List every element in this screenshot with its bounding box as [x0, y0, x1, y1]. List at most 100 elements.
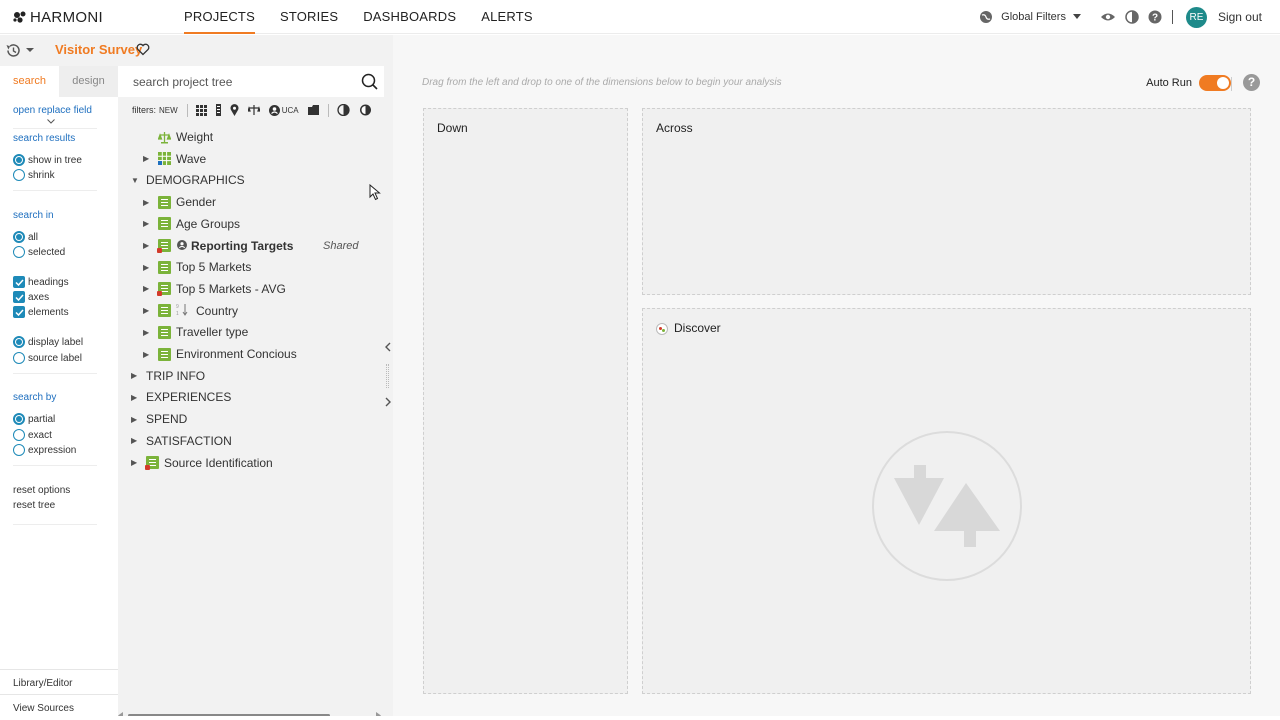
caret-right-icon[interactable]: ▶ — [143, 154, 153, 163]
tree-item-label: Weight — [176, 130, 214, 144]
expand-right-icon[interactable] — [384, 397, 392, 410]
auto-run-toggle[interactable] — [1199, 75, 1231, 91]
tree-item[interactable]: Weight — [143, 127, 213, 147]
caret-right-icon[interactable]: ▶ — [143, 198, 153, 207]
caret-right-icon[interactable]: ▶ — [143, 328, 153, 337]
caret-right-icon[interactable]: ▶ — [131, 415, 141, 424]
filter-toggle-a-button[interactable] — [336, 103, 350, 117]
tree-item-label: Reporting Targets — [191, 238, 294, 253]
exact-radio[interactable]: exact — [13, 428, 52, 442]
open-replace-field-link[interactable]: open replace field — [13, 105, 92, 116]
filter-uca-button[interactable]: UCA — [268, 103, 299, 117]
sign-out-link[interactable]: Sign out — [1218, 10, 1262, 24]
tree-search-input[interactable] — [133, 66, 358, 97]
checkbox-label: elements — [28, 306, 69, 318]
auto-run-control[interactable]: Auto Run — [1146, 75, 1231, 91]
tree-item[interactable]: ▶ Reporting Targets Shared — [143, 236, 358, 256]
history-dropdown-button[interactable] — [5, 40, 45, 60]
tree-item[interactable]: ▶ Source Identification — [131, 453, 273, 473]
tree-item[interactable]: ▶ Top 5 Markets — [143, 257, 251, 277]
reset-tree-link[interactable]: reset tree — [13, 500, 55, 511]
tree-item[interactable]: ▶ EXPERIENCES — [131, 387, 231, 407]
tree-item-label: Source Identification — [164, 455, 273, 470]
tree-item[interactable]: ▶ Traveller type — [143, 322, 248, 342]
caret-right-icon[interactable]: ▶ — [143, 263, 153, 272]
caret-right-icon[interactable]: ▶ — [131, 371, 141, 380]
chevron-down-icon[interactable] — [47, 119, 55, 124]
tree-search-box — [118, 66, 384, 97]
down-dropzone[interactable]: Down — [423, 108, 628, 694]
tree-item[interactable]: ▼ DEMOGRAPHICS — [131, 170, 245, 190]
search-icon[interactable] — [361, 73, 378, 90]
help-button[interactable]: ? — [1148, 10, 1162, 24]
tab-search[interactable]: search — [0, 66, 59, 97]
tree-item[interactable]: ▶ Environment Concious — [143, 344, 297, 364]
tree-item[interactable]: ▶ Gender — [143, 192, 216, 212]
caret-right-icon[interactable]: ▶ — [131, 458, 141, 467]
divider — [13, 465, 97, 466]
tree-item[interactable]: ▶ Wave — [143, 149, 206, 169]
favorite-heart-icon[interactable] — [136, 43, 150, 56]
view-sources-link[interactable]: View Sources — [13, 703, 74, 714]
tree-item[interactable]: ▶ Age Groups — [143, 214, 240, 234]
library-editor-link[interactable]: Library/Editor — [13, 678, 72, 689]
reset-options-link[interactable]: reset options — [13, 485, 70, 496]
filter-grid-button[interactable] — [195, 103, 207, 117]
nav-stories[interactable]: STORIES — [280, 0, 338, 34]
radio-label: exact — [28, 429, 52, 441]
display-label-radio[interactable]: display label — [13, 335, 83, 349]
caret-right-icon[interactable]: ▶ — [143, 241, 153, 250]
caret-right-icon[interactable]: ▶ — [143, 350, 153, 359]
caret-right-icon[interactable]: ▶ — [131, 393, 141, 402]
tree-item[interactable]: ▶ SPEND — [131, 409, 187, 429]
variable-derived-icon — [157, 282, 171, 297]
collapse-left-icon[interactable] — [384, 342, 392, 355]
nav-dashboards[interactable]: DASHBOARDS — [363, 0, 456, 34]
search-in-all-radio[interactable]: all — [13, 230, 38, 244]
discover-dropzone[interactable]: Discover — [642, 308, 1251, 694]
divider — [13, 128, 97, 129]
tab-design[interactable]: design — [59, 66, 118, 97]
caret-down-icon[interactable]: ▼ — [131, 176, 141, 185]
partial-radio[interactable]: partial — [13, 412, 55, 426]
splitter-handle[interactable] — [386, 364, 389, 388]
project-title[interactable]: Visitor Survey — [55, 42, 142, 57]
headings-checkbox[interactable]: headings — [13, 275, 69, 289]
global-filters-button[interactable]: Global Filters — [979, 10, 1082, 24]
caret-right-icon[interactable]: ▶ — [131, 436, 141, 445]
filter-location-button[interactable] — [230, 103, 239, 117]
across-dropzone[interactable]: Across — [642, 108, 1251, 295]
radio-icon — [13, 352, 25, 364]
half-circle-icon — [359, 104, 371, 116]
filter-list-button[interactable] — [215, 103, 221, 117]
nav-projects[interactable]: PROJECTS — [184, 0, 255, 34]
radio-label: all — [28, 231, 39, 243]
harmoni-logo[interactable]: HARMONI — [13, 9, 103, 26]
tree-item[interactable]: ▶ 9 1 Country — [143, 301, 238, 321]
harmoni-logo-icon — [13, 11, 26, 23]
axes-checkbox[interactable]: axes — [13, 290, 49, 304]
nav-alerts[interactable]: ALERTS — [481, 0, 533, 34]
tree-item[interactable]: ▶ TRIP INFO — [131, 366, 205, 386]
tree-item[interactable]: ▶ SATISFACTION — [131, 431, 232, 451]
filter-new-button[interactable]: NEW — [159, 103, 178, 117]
filter-folder-button[interactable] — [307, 103, 319, 117]
elements-checkbox[interactable]: elements — [13, 305, 69, 319]
discover-label: Discover — [674, 321, 721, 335]
source-label-radio[interactable]: source label — [13, 351, 82, 365]
show-in-tree-radio[interactable]: show in tree — [13, 153, 82, 167]
filter-toggle-b-button[interactable] — [359, 103, 372, 117]
contrast-button[interactable] — [1125, 10, 1139, 24]
eye-button[interactable] — [1100, 12, 1116, 22]
tree-item[interactable]: ▶ Top 5 Markets - AVG — [143, 279, 286, 299]
variable-icon — [158, 195, 171, 209]
expression-radio[interactable]: expression — [13, 443, 76, 457]
caret-right-icon[interactable]: ▶ — [143, 219, 153, 228]
caret-right-icon[interactable]: ▶ — [143, 284, 153, 293]
shrink-radio[interactable]: shrink — [13, 168, 55, 182]
caret-right-icon[interactable]: ▶ — [143, 306, 153, 315]
user-avatar[interactable]: RE — [1185, 6, 1207, 28]
filter-weight-button[interactable] — [247, 103, 260, 117]
search-in-selected-radio[interactable]: selected — [13, 245, 65, 259]
help-icon[interactable]: ? — [1243, 74, 1260, 91]
